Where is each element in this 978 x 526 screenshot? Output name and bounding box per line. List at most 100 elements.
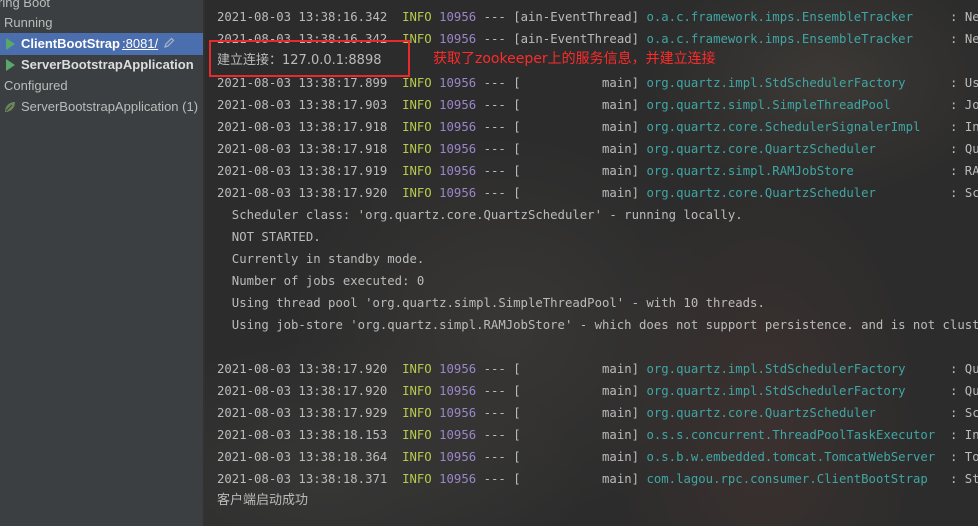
separator: --- — [483, 384, 506, 398]
message: : Schedule — [950, 186, 978, 200]
console-output[interactable]: 2021-08-03 13:38:16.342 INFO 10956 --- [… — [205, 0, 978, 526]
log-line: 2021-08-03 13:38:17.919 INFO 10956 --- [… — [217, 160, 978, 182]
message: : Quartz S — [950, 142, 978, 156]
pencil-icon[interactable] — [163, 37, 175, 49]
port-link[interactable]: :8081/ — [122, 33, 158, 55]
pid: 10956 — [439, 186, 477, 200]
timestamp: 2021-08-03 13:38:17.903 — [217, 98, 388, 112]
logger-link[interactable]: o.s.s.concurrent.ThreadPoolTaskExecutor — [646, 428, 935, 442]
timestamp: 2021-08-03 13:38:17.920 — [217, 384, 388, 398]
log-line: 2021-08-03 13:38:17.920 INFO 10956 --- [… — [217, 182, 978, 204]
logger-link[interactable]: o.a.c.framework.imps.EnsembleTracker — [646, 32, 913, 46]
timestamp: 2021-08-03 13:38:17.920 — [217, 362, 388, 376]
log-level: INFO — [402, 472, 432, 486]
logger-link[interactable]: org.quartz.simpl.RAMJobStore — [646, 164, 853, 178]
message: : Initiali — [950, 120, 978, 134]
pid: 10956 — [439, 362, 477, 376]
group-label: Configured — [4, 78, 68, 93]
scheduler-info-line: Using job-store 'org.quartz.simpl.RAMJob… — [217, 318, 978, 332]
log-level: INFO — [402, 384, 432, 398]
timestamp: 2021-08-03 13:38:17.920 — [217, 186, 388, 200]
pid: 10956 — [439, 384, 477, 398]
message: : Schedule — [950, 406, 978, 420]
message: : Initiali — [950, 428, 978, 442]
sidebar-group-running[interactable]: Running — [0, 12, 203, 34]
separator: --- — [483, 472, 506, 486]
logger-link[interactable]: org.quartz.core.SchedulerSignalerImpl — [646, 120, 920, 134]
scheduler-info-line: NOT STARTED. — [217, 230, 321, 244]
log-line: 2021-08-03 13:38:17.899 INFO 10956 --- [… — [217, 72, 978, 94]
sidebar-item-server-bootstrap[interactable]: ServerBootstrapApplication — [0, 54, 203, 76]
connection-line: 建立连接：127.0.0.1:8898 — [217, 53, 382, 68]
run-icon — [6, 38, 15, 50]
separator: --- — [483, 164, 506, 178]
logger-link[interactable]: org.quartz.core.QuartzScheduler — [646, 186, 876, 200]
log-line: 2021-08-03 13:38:17.920 INFO 10956 --- [… — [217, 380, 978, 402]
scheduler-info-line: Using thread pool 'org.quartz.simpl.Simp… — [217, 296, 765, 310]
timestamp: 2021-08-03 13:38:17.919 — [217, 164, 388, 178]
client-started-line: 客户端启动成功 — [217, 493, 309, 508]
separator: --- — [483, 120, 506, 134]
scheduler-info-line: Currently in standby mode. — [217, 252, 425, 266]
pid: 10956 — [439, 142, 477, 156]
logger-link[interactable]: org.quartz.impl.StdSchedulerFactory — [646, 362, 905, 376]
separator: --- — [483, 32, 506, 46]
log-level: INFO — [402, 186, 432, 200]
logger-link[interactable]: o.s.b.w.embedded.tomcat.TomcatWebServer — [646, 450, 935, 464]
timestamp: 2021-08-03 13:38:16.342 — [217, 32, 388, 46]
log-level: INFO — [402, 10, 432, 24]
timestamp: 2021-08-03 13:38:17.929 — [217, 406, 388, 420]
log-line: 2021-08-03 13:38:16.342 INFO 10956 --- [… — [217, 6, 978, 28]
log-level: INFO — [402, 142, 432, 156]
logger-link[interactable]: org.quartz.core.QuartzScheduler — [646, 142, 876, 156]
timestamp: 2021-08-03 13:38:17.899 — [217, 76, 388, 90]
message: : RAMJobSto — [950, 164, 978, 178]
timestamp: 2021-08-03 13:38:18.371 — [217, 472, 388, 486]
timestamp: 2021-08-03 13:38:18.153 — [217, 428, 388, 442]
logger-link[interactable]: org.quartz.simpl.SimpleThreadPool — [646, 98, 890, 112]
app-label: ServerBootstrapApplication — [21, 57, 194, 72]
separator: --- — [483, 76, 506, 90]
logger-link[interactable]: com.lagou.rpc.consumer.ClientBootStrap — [646, 472, 927, 486]
logger-link[interactable]: o.a.c.framework.imps.EnsembleTracker — [646, 10, 913, 24]
log-line: 2021-08-03 13:38:17.920 INFO 10956 --- [… — [217, 358, 978, 380]
annotation-note: 获取了zookeeper上的服务信息，并建立连接 — [433, 51, 716, 67]
log-level: INFO — [402, 406, 432, 420]
separator: --- — [483, 406, 506, 420]
log-level: INFO — [402, 428, 432, 442]
pid: 10956 — [439, 428, 477, 442]
log-level: INFO — [402, 120, 432, 134]
thread: [ain-EventThread] — [513, 32, 640, 46]
group-label: Running — [4, 15, 53, 30]
log-line: 2021-08-03 13:38:18.364 INFO 10956 --- [… — [217, 446, 978, 468]
pid: 10956 — [439, 76, 477, 90]
log-line: 2021-08-03 13:38:18.371 INFO 10956 --- [… — [217, 468, 978, 490]
separator: --- — [483, 98, 506, 112]
separator: --- — [483, 142, 506, 156]
logger-link[interactable]: org.quartz.impl.StdSchedulerFactory — [646, 76, 905, 90]
pid: 10956 — [439, 406, 477, 420]
sidebar-item-server-bootstrap-1[interactable]: ServerBootstrapApplication (1) — [0, 96, 203, 118]
log-level: INFO — [402, 98, 432, 112]
scheduler-info-line: Number of jobs executed: 0 — [217, 274, 425, 288]
message: : Quartz s — [950, 384, 978, 398]
logger-link[interactable]: org.quartz.core.QuartzScheduler — [646, 406, 876, 420]
log-line: 2021-08-03 13:38:18.153 INFO 10956 --- [… — [217, 424, 978, 446]
message: : New conf — [950, 32, 978, 46]
sidebar-group-configured[interactable]: Configured — [0, 75, 203, 97]
thread: [ main] — [513, 472, 640, 486]
thread: [ main] — [513, 120, 640, 134]
timestamp: 2021-08-03 13:38:17.918 — [217, 120, 388, 134]
sidebar-item-client-bootstrap[interactable]: ClientBootStrap :8081/ — [0, 33, 203, 55]
separator: --- — [483, 428, 506, 442]
run-icon — [6, 59, 15, 71]
thread: [ main] — [513, 98, 640, 112]
separator: --- — [483, 362, 506, 376]
log-level: INFO — [402, 164, 432, 178]
message: : Job exec — [950, 98, 978, 112]
thread: [ main] — [513, 362, 640, 376]
logger-link[interactable]: org.quartz.impl.StdSchedulerFactory — [646, 384, 905, 398]
timestamp: 2021-08-03 13:38:16.342 — [217, 10, 388, 24]
thread: [ main] — [513, 186, 640, 200]
pid: 10956 — [439, 98, 477, 112]
